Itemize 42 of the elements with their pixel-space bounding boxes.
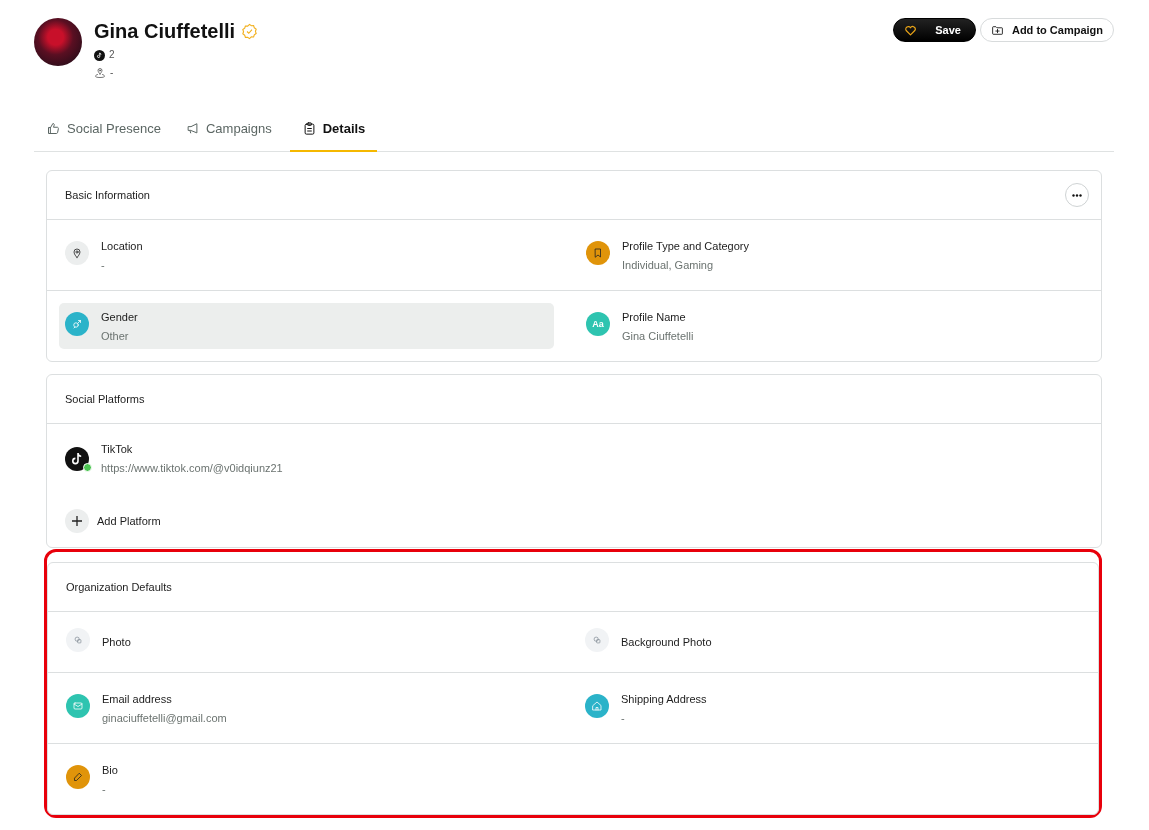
platform-name: TikTok xyxy=(101,442,134,456)
field-label: Background Photo xyxy=(621,635,712,649)
tiktok-icon xyxy=(65,446,89,471)
field-label: Gender xyxy=(101,309,138,324)
card-title: Social Platforms xyxy=(65,393,145,405)
add-to-campaign-button[interactable]: Add to Campaign xyxy=(979,18,1114,42)
platform-count: 2 xyxy=(109,48,115,62)
field-value: Individual, Gaming xyxy=(622,257,715,272)
heart-icon xyxy=(904,23,918,37)
more-button[interactable] xyxy=(1065,183,1089,207)
field-label: Location xyxy=(101,238,143,253)
thumbs-up-icon xyxy=(46,120,61,136)
save-button[interactable]: Save xyxy=(893,18,976,42)
clipboard-icon xyxy=(301,120,317,136)
field-value: - xyxy=(102,781,107,796)
platform-url: https://www.tiktok.com/@v0idqiunz21 xyxy=(101,461,283,475)
tiktok-icon xyxy=(94,49,105,61)
avatar-photo xyxy=(34,18,82,66)
field-label: Email address xyxy=(102,691,173,706)
profile-name: Gina Ciuffetelli xyxy=(94,19,236,44)
plus-icon xyxy=(65,509,89,533)
profile-location: - xyxy=(110,66,114,80)
tab[interactable]: Details xyxy=(289,106,378,152)
card-title: Organization Defaults xyxy=(66,581,172,593)
ellipsis-icon xyxy=(1072,193,1082,197)
field-value: Other xyxy=(101,328,130,343)
field-label: Photo xyxy=(102,635,131,649)
person-pin-icon xyxy=(94,67,106,79)
card-title: Basic Information xyxy=(65,189,150,201)
letters-icon: Aa xyxy=(586,312,610,336)
add-platform-button[interactable]: Add Platform xyxy=(65,509,161,533)
tab[interactable]: Social Presence xyxy=(40,106,173,152)
field-label: Shipping Address xyxy=(621,691,707,706)
field-label: Bio xyxy=(102,762,118,777)
folder-plus-icon xyxy=(990,23,1004,37)
field-value: - xyxy=(621,710,626,725)
tab[interactable]: Campaigns xyxy=(178,106,284,152)
field-value: - xyxy=(101,257,106,272)
field-label: Profile Name xyxy=(622,309,687,324)
field-value: Gina Ciuffetelli xyxy=(622,328,694,343)
field-label: Profile Type and Category xyxy=(622,238,749,253)
field-value: ginaciuffetelli@gmail.com xyxy=(102,710,227,725)
